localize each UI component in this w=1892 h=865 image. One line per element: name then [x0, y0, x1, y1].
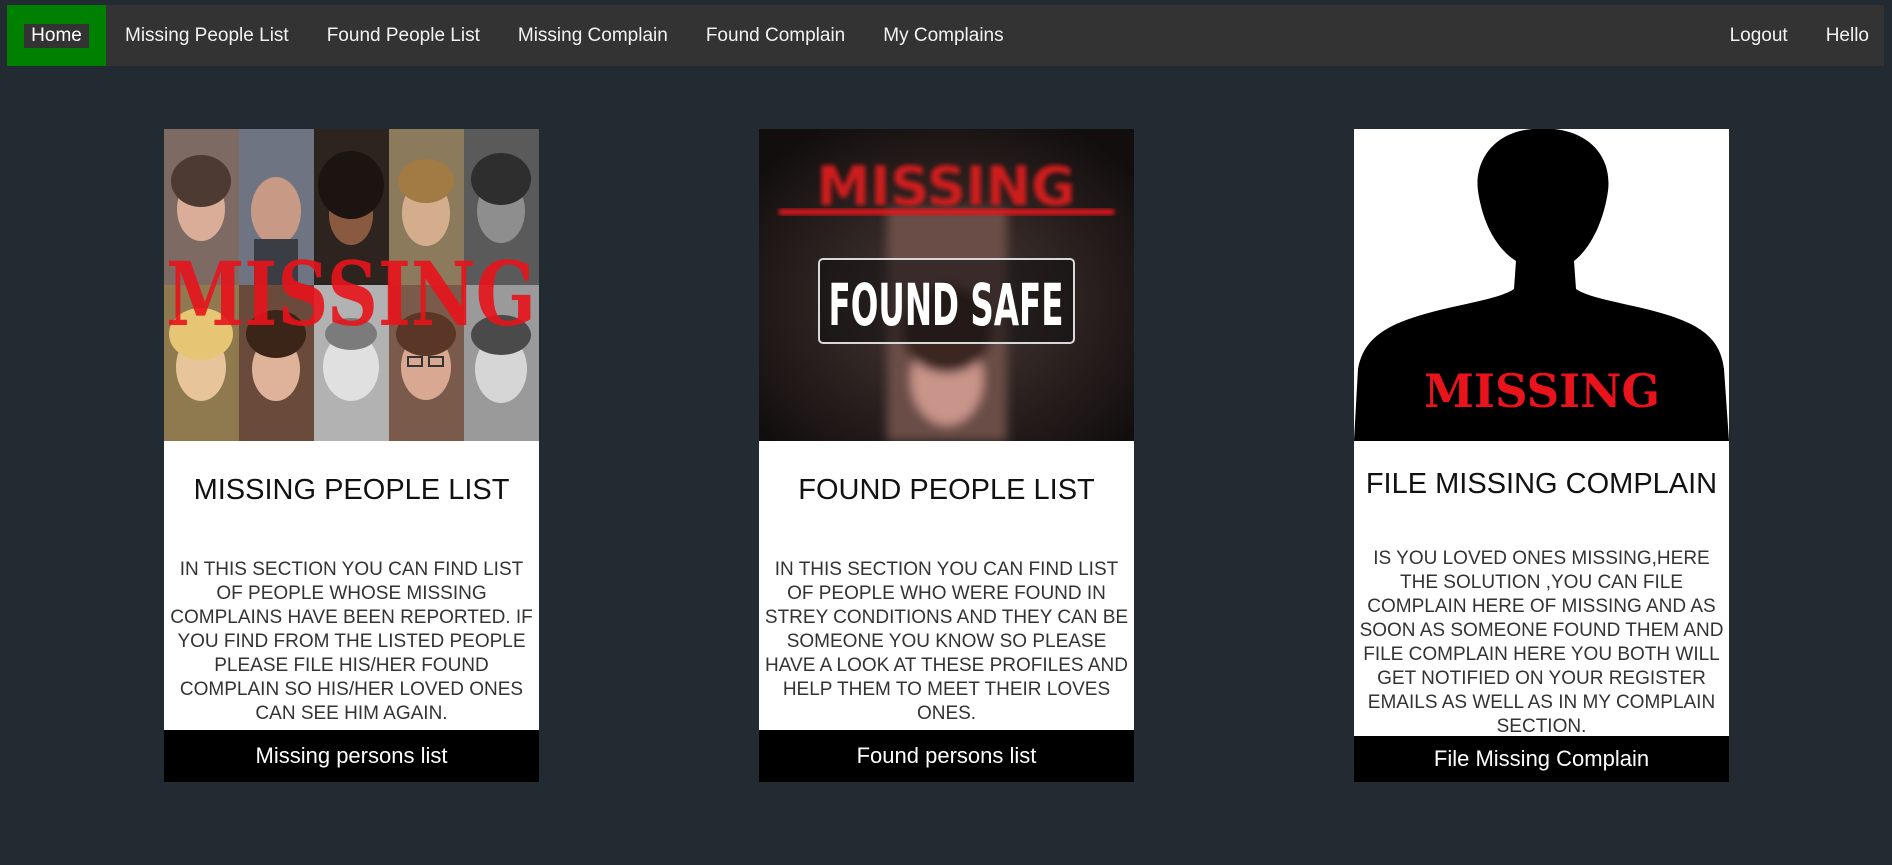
nav-hello-user[interactable]: Hello: [1807, 5, 1884, 66]
nav-right-group: Logout Hello: [1711, 5, 1884, 66]
nav-left-group: Home Missing People List Found People Li…: [7, 5, 1023, 66]
nav-home-label: Home: [24, 23, 89, 48]
top-navbar: Home Missing People List Found People Li…: [7, 5, 1884, 66]
nav-my-complains[interactable]: My Complains: [864, 5, 1022, 66]
nav-home-button[interactable]: Home: [7, 5, 106, 66]
missing-faces-collage-image: MISSING: [164, 129, 539, 441]
nav-found-people-list[interactable]: Found People List: [308, 5, 499, 66]
found-people-card: MISSING FOUND SAFE FOUND PEOPLE LIST IN …: [759, 129, 1134, 782]
nav-missing-people-list[interactable]: Missing People List: [106, 5, 308, 66]
silhouette-missing-text: MISSING: [1424, 364, 1660, 418]
missing-people-description: IN THIS SECTION YOU CAN FIND LIST OF PEO…: [170, 559, 533, 724]
file-missing-complain-button[interactable]: File Missing Complain: [1354, 736, 1729, 782]
nav-logout[interactable]: Logout: [1711, 5, 1807, 66]
file-complain-description: IS YOU LOVED ONES MISSING,HERE THE SOLUT…: [1359, 548, 1724, 737]
file-complain-title: FILE MISSING COMPLAIN: [1365, 468, 1718, 500]
nav-found-complain[interactable]: Found Complain: [687, 5, 864, 66]
missing-overlay-text: MISSING: [166, 242, 536, 346]
found-safe-image: MISSING FOUND SAFE: [759, 129, 1134, 441]
found-people-title: FOUND PEOPLE LIST: [798, 474, 1095, 506]
nav-missing-complain[interactable]: Missing Complain: [499, 5, 687, 66]
silhouette-missing-image: MISSING: [1354, 129, 1729, 441]
found-people-description: IN THIS SECTION YOU CAN FIND LIST OF PEO…: [764, 559, 1129, 724]
missing-persons-list-button[interactable]: Missing persons list: [164, 730, 539, 782]
file-complain-card: MISSING FILE MISSING COMPLAIN IS YOU LOV…: [1354, 129, 1729, 782]
found-persons-list-button[interactable]: Found persons list: [759, 730, 1134, 782]
missing-people-card: MISSING MISSING PEOPLE LIST IN THIS SECT…: [164, 129, 539, 782]
found-safe-text: FOUND SAFE: [829, 271, 1064, 339]
found-safe-missing-text: MISSING: [817, 155, 1076, 218]
missing-people-title: MISSING PEOPLE LIST: [193, 474, 510, 506]
